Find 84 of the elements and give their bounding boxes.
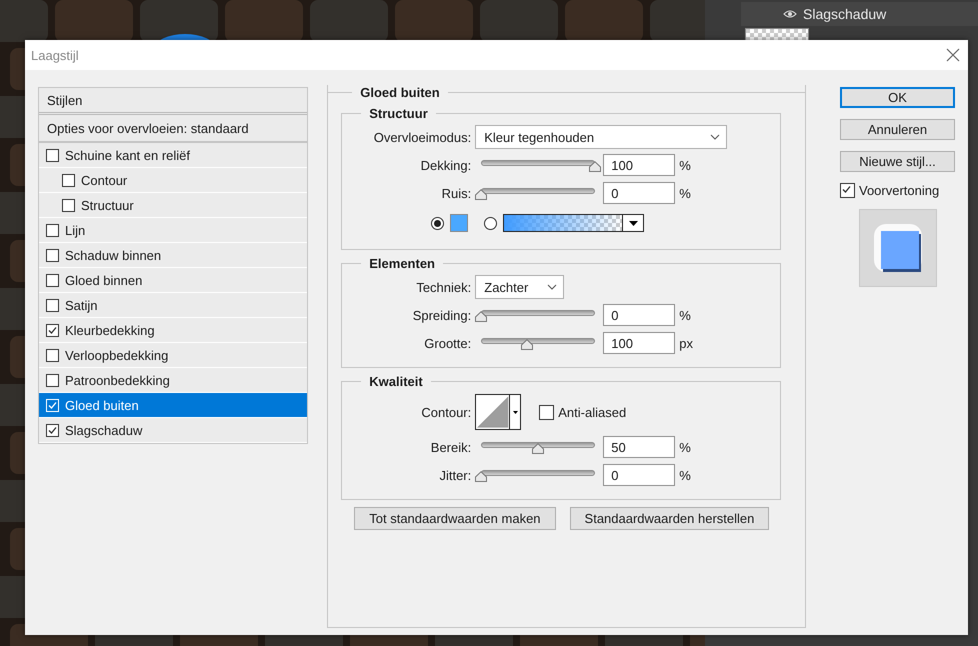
- field-label: Grootte:: [423, 336, 472, 350]
- caret-icon: [512, 410, 518, 414]
- slider-thumb[interactable]: [475, 189, 488, 200]
- list-header: Stijlen: [39, 88, 308, 115]
- checkmark-icon: [47, 424, 58, 436]
- checkbox[interactable]: [539, 404, 554, 420]
- checkbox-label: Voorvertoning: [859, 183, 940, 198]
- defaults-button[interactable]: Standaardwaarden herstellen: [570, 507, 770, 530]
- style-item[interactable]: Slagschaduw: [39, 418, 308, 443]
- unit-label: %: [679, 186, 691, 200]
- section-title: Elementen: [341, 256, 781, 271]
- style-item[interactable]: Structuur: [39, 193, 308, 218]
- field-label: Spreiding:: [412, 308, 472, 322]
- dialog-button[interactable]: OK: [840, 87, 955, 108]
- checkbox[interactable]: [46, 348, 59, 362]
- close-icon[interactable]: [946, 48, 960, 62]
- number-field[interactable]: 0: [603, 182, 676, 204]
- style-item[interactable]: Schuine kant en reliëf: [39, 143, 308, 168]
- style-item[interactable]: Kleurbedekking: [39, 318, 308, 343]
- radio-button[interactable]: [484, 216, 498, 230]
- number-field[interactable]: 100: [603, 154, 676, 176]
- dropdown[interactable]: Zachter: [475, 275, 564, 299]
- defaults-button[interactable]: Tot standaardwaarden maken: [354, 507, 556, 530]
- section-title: Kwaliteit: [341, 374, 781, 389]
- style-item[interactable]: Gloed binnen: [39, 268, 308, 293]
- unit-label: %: [679, 468, 691, 482]
- window-title: Laagstijl: [31, 48, 79, 62]
- layer-effect-name: Slagschaduw: [803, 6, 886, 22]
- style-item[interactable]: Gloed buiten: [39, 393, 308, 418]
- chevron-icon: [547, 284, 558, 290]
- layer-effect-row[interactable]: Slagschaduw: [741, 2, 978, 26]
- checkbox[interactable]: [62, 198, 75, 212]
- field-label: Techniek:: [415, 280, 472, 294]
- field-label: Jitter:: [438, 468, 472, 482]
- number-field[interactable]: 0: [603, 464, 676, 486]
- slider-thumb[interactable]: [589, 161, 602, 172]
- panel-title: Gloed buiten: [328, 85, 805, 100]
- checkbox[interactable]: [46, 248, 59, 262]
- unit-label: %: [679, 158, 691, 172]
- checkmark-icon: [841, 184, 852, 195]
- style-item[interactable]: Verloopbedekking: [39, 343, 308, 368]
- checkbox[interactable]: [840, 183, 855, 198]
- radio-button[interactable]: [431, 216, 444, 230]
- checkbox[interactable]: [46, 274, 59, 286]
- unit-label: %: [679, 440, 691, 454]
- dropdown[interactable]: Kleur tegenhouden: [475, 125, 728, 149]
- checkmark-icon: [47, 324, 58, 336]
- field-label: Bereik:: [430, 440, 472, 454]
- checkbox[interactable]: [46, 324, 59, 336]
- number-field[interactable]: 0: [603, 304, 676, 326]
- number-field[interactable]: 50: [603, 436, 676, 458]
- checkbox[interactable]: [46, 224, 59, 236]
- blend-options-item[interactable]: Opties voor overvloeien: standaard: [39, 115, 308, 143]
- dialog-button[interactable]: Nieuwe stijl...: [840, 151, 955, 172]
- field-label: Dekking:: [420, 158, 472, 172]
- color-swatch[interactable]: [450, 214, 468, 232]
- field-label: Ruis:: [440, 186, 472, 200]
- slider-thumb[interactable]: [520, 339, 533, 350]
- slider-thumb[interactable]: [475, 311, 488, 322]
- number-field[interactable]: 100: [603, 332, 676, 354]
- unit-label: px: [679, 336, 693, 350]
- section-title: Structuur: [341, 106, 781, 121]
- style-item[interactable]: Lijn: [39, 218, 308, 243]
- checkbox[interactable]: [46, 374, 59, 386]
- style-item[interactable]: Contour: [39, 168, 308, 193]
- checkbox[interactable]: [46, 424, 59, 436]
- checkbox-label: Anti-aliased: [558, 404, 626, 420]
- checkmark-icon: [47, 400, 58, 410]
- style-item[interactable]: Schaduw binnen: [39, 243, 308, 268]
- eye-icon[interactable]: [783, 9, 797, 19]
- contour-picker[interactable]: [475, 394, 522, 430]
- checkbox[interactable]: [62, 174, 75, 186]
- field-label: Contour:: [420, 404, 472, 420]
- slider-thumb[interactable]: [532, 443, 544, 454]
- gradient-picker[interactable]: [503, 214, 644, 232]
- caret-icon: [628, 220, 638, 226]
- checkbox[interactable]: [46, 298, 59, 312]
- unit-label: %: [679, 308, 691, 322]
- checkbox[interactable]: [46, 148, 59, 162]
- dialog-button[interactable]: Annuleren: [840, 119, 955, 140]
- field-label: Overvloeimodus:: [372, 130, 472, 144]
- style-item[interactable]: Satijn: [39, 293, 308, 318]
- slider-thumb[interactable]: [475, 471, 488, 482]
- chevron-icon: [710, 134, 720, 140]
